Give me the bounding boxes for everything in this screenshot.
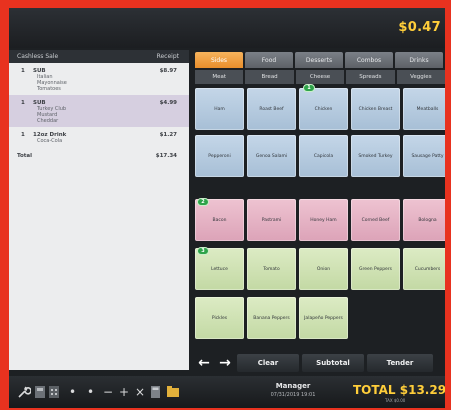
tab-combos[interactable]: Combos: [345, 52, 393, 68]
plus-icon[interactable]: +: [119, 384, 129, 400]
item-price: $1.27: [159, 131, 177, 138]
item-qty: 1: [21, 99, 25, 106]
item-modifier: Tomatoes: [37, 86, 61, 92]
category-tabs: Sides Food Desserts Combos Drinks: [195, 52, 445, 68]
subtab-meat[interactable]: Meat: [195, 70, 244, 84]
item-modifier: Coca-Cola: [37, 138, 63, 144]
item-button[interactable]: Pickles: [195, 297, 244, 339]
item-button[interactable]: Bologna: [403, 199, 445, 241]
item-button[interactable]: Pepperoni: [195, 135, 244, 177]
wrench-icon[interactable]: [17, 384, 31, 400]
item-button[interactable]: Meatballs: [403, 88, 445, 130]
item-button[interactable]: Smoked Turkey: [351, 135, 400, 177]
item-button[interactable]: Banana Peppers: [247, 297, 296, 339]
keypad-icon[interactable]: [35, 384, 45, 400]
subtotal-button[interactable]: Subtotal: [302, 354, 364, 372]
subcategory-tabs: Meat Bread Cheese Spreads Veggies: [195, 70, 445, 84]
order-item-selected[interactable]: 1 SUB $4.99 Turkey Club Mustard Cheddar: [9, 95, 189, 127]
order-list: 1 SUB $8.97 Italian Mayonnaise Tomatoes …: [9, 63, 189, 160]
datetime: 07/31/2019 19:01: [270, 392, 316, 398]
clear-button[interactable]: Clear: [237, 354, 299, 372]
tab-sides[interactable]: Sides: [195, 52, 243, 68]
item-button[interactable]: Chicken Breast: [351, 88, 400, 130]
pos-window: $0.47 Cashless Sale Receipt 1 SUB $8.97 …: [9, 8, 445, 408]
order-item[interactable]: 1 12oz Drink $1.27 Coca-Cola: [9, 127, 189, 147]
count-badge: 2: [197, 198, 209, 206]
prev-arrow-icon[interactable]: ←: [195, 355, 213, 371]
item-button[interactable]: Tomato: [247, 248, 296, 290]
item-button[interactable]: Roast Beef: [247, 88, 296, 130]
close-icon[interactable]: ×: [135, 384, 145, 400]
item-button[interactable]: Green Peppers: [351, 248, 400, 290]
subtab-cheese[interactable]: Cheese: [295, 70, 345, 84]
item-button[interactable]: Capicola: [299, 135, 348, 177]
user-info: Manager 07/31/2019 19:01: [253, 382, 333, 398]
tax-note: TAX $0.00: [385, 398, 406, 403]
tender-button[interactable]: Tender: [367, 354, 433, 372]
item-price: $8.97: [159, 67, 177, 74]
subtab-bread[interactable]: Bread: [245, 70, 294, 84]
dot-icon[interactable]: •: [87, 384, 94, 400]
minus-icon[interactable]: −: [103, 384, 113, 400]
order-total-row: Total $17.34: [9, 151, 189, 160]
subtab-veggies[interactable]: Veggies: [396, 70, 445, 84]
item-button[interactable]: Honey Ham: [299, 199, 348, 241]
item-price: $4.99: [159, 99, 177, 106]
order-header-sale: Cashless Sale: [17, 53, 59, 60]
item-button[interactable]: Cucumbers: [403, 248, 445, 290]
item-button[interactable]: Onion: [299, 248, 348, 290]
item-qty: 1: [21, 131, 25, 138]
item-qty: 1: [21, 67, 25, 74]
item-button[interactable]: Ham: [195, 88, 244, 130]
order-panel: Cashless Sale Receipt 1 SUB $8.97 Italia…: [9, 50, 189, 370]
grand-total: TOTAL $13.29: [353, 383, 445, 397]
item-button[interactable]: Chicken: [299, 88, 348, 130]
folder-icon[interactable]: [167, 384, 179, 400]
item-name: SUB: [33, 99, 46, 106]
tab-desserts[interactable]: Desserts: [295, 52, 343, 68]
count-badge: 1: [303, 84, 315, 92]
item-button[interactable]: Pastrami: [247, 199, 296, 241]
grid-icon[interactable]: [49, 384, 59, 400]
item-button[interactable]: Jalapeño Peppers: [299, 297, 348, 339]
count-badge: 3: [197, 247, 209, 255]
item-button[interactable]: Sausage Patty: [403, 135, 445, 177]
header-amount: $0.47: [398, 20, 441, 35]
action-bar: ← → Clear Subtotal Tender: [195, 354, 445, 372]
order-header-receipt: Receipt: [156, 53, 179, 60]
item-name: 12oz Drink: [33, 131, 67, 138]
item-name: SUB: [33, 67, 46, 74]
user-name: Manager: [275, 382, 311, 390]
subtab-spreads[interactable]: Spreads: [346, 70, 395, 84]
order-total-value: $17.34: [155, 152, 177, 159]
tab-drinks[interactable]: Drinks: [395, 52, 443, 68]
order-item[interactable]: 1 SUB $8.97 Italian Mayonnaise Tomatoes: [9, 63, 189, 95]
order-total-label: Total: [17, 152, 33, 159]
tab-food[interactable]: Food: [245, 52, 293, 68]
order-header: Cashless Sale Receipt: [9, 50, 189, 63]
top-bar: $0.47: [9, 8, 445, 48]
dot-icon[interactable]: •: [69, 384, 76, 400]
bottom-toolbar: • • − + × Manager 07/31/2019 19:01 TOTAL…: [9, 376, 445, 408]
item-button[interactable]: Genoa Salami: [247, 135, 296, 177]
item-modifier: Cheddar: [37, 118, 59, 124]
item-button[interactable]: Corned Beef: [351, 199, 400, 241]
next-arrow-icon[interactable]: →: [216, 355, 234, 371]
calculator-icon[interactable]: [151, 384, 160, 400]
